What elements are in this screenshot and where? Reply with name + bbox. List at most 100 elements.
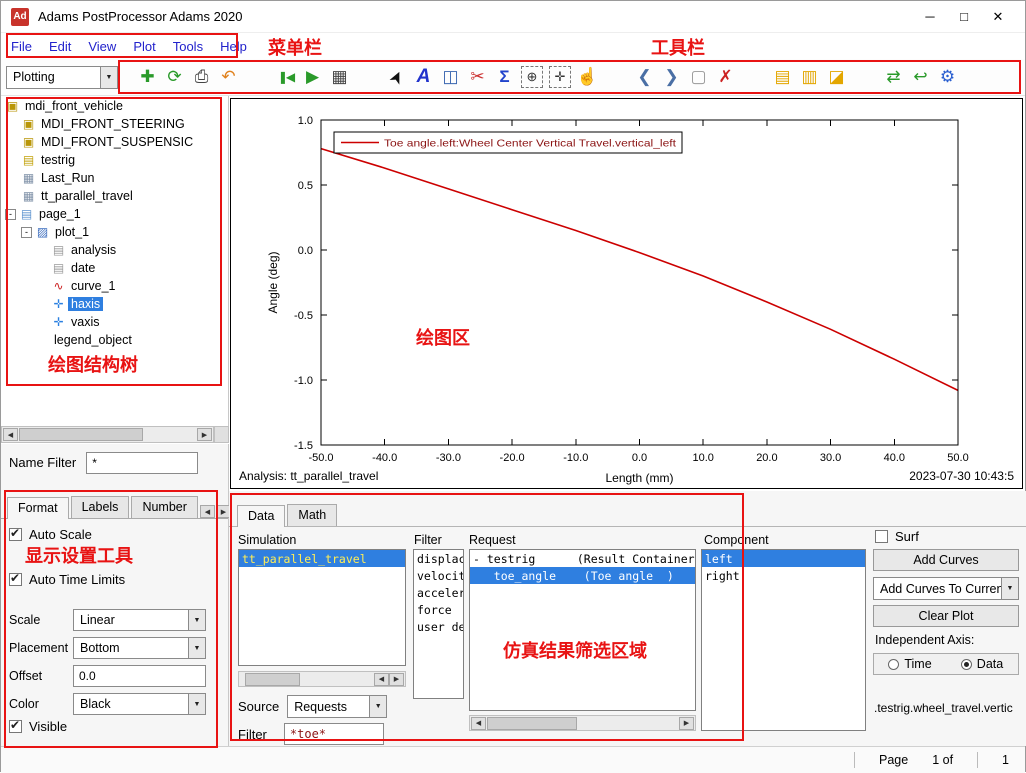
display-page-icon[interactable]: ◪ — [823, 64, 850, 91]
format-tab-labels[interactable]: Labels — [71, 496, 130, 518]
close-button[interactable]: ✕ — [981, 9, 1015, 25]
tree-expander-icon[interactable]: - — [21, 227, 32, 238]
independent-axis-data-option[interactable]: Data — [946, 654, 1018, 674]
scroll-right-icon[interactable] — [389, 673, 404, 686]
scale-select[interactable]: Linear — [73, 609, 206, 631]
name-filter-input[interactable]: * — [86, 452, 198, 474]
filter-input[interactable]: *toe* — [284, 723, 384, 745]
maximize-button[interactable]: □ — [947, 9, 981, 25]
curve-edit-icon[interactable]: ✂ — [464, 64, 491, 91]
tab-scroll-left-icon[interactable] — [200, 505, 215, 518]
list-item[interactable]: right — [702, 567, 865, 584]
chevron-down-icon[interactable] — [188, 638, 205, 658]
tree-item-MDI_FRONT_STEERING[interactable]: ▣MDI_FRONT_STEERING — [1, 115, 228, 133]
animation-record-icon[interactable]: ▦ — [326, 64, 353, 91]
surf-checkbox[interactable] — [875, 530, 888, 543]
return-icon[interactable]: ↩ — [907, 64, 934, 91]
undo-icon[interactable]: ↶ — [215, 64, 242, 91]
chevron-down-icon[interactable] — [188, 694, 205, 714]
minimize-button[interactable]: ─ — [913, 9, 947, 25]
menu-edit[interactable]: Edit — [49, 39, 71, 54]
scrollbar-thumb[interactable] — [19, 428, 143, 441]
menu-help[interactable]: Help — [220, 39, 247, 54]
chevron-down-icon[interactable] — [188, 610, 205, 630]
chevron-down-icon[interactable] — [369, 696, 386, 717]
chevron-down-icon[interactable] — [1001, 578, 1018, 599]
new-page-icon[interactable]: ▢ — [685, 64, 712, 91]
filter-list[interactable]: displacemvelocityacceleratforceuser defi — [413, 549, 464, 699]
statistics-icon[interactable]: Σ — [491, 64, 518, 91]
auto-time-limits-checkbox[interactable] — [9, 573, 22, 586]
tree-item-analysis[interactable]: ▤analysis — [1, 241, 228, 259]
refresh-icon[interactable]: ⟳ — [161, 64, 188, 91]
scrollbar-track[interactable] — [487, 717, 678, 730]
tree-item-plot_1[interactable]: -▨plot_1 — [1, 223, 228, 241]
scroll-right-icon[interactable] — [679, 717, 694, 730]
offset-input[interactable]: 0.0 — [73, 665, 206, 687]
scrollbar-thumb[interactable] — [245, 673, 300, 686]
chevron-down-icon[interactable] — [100, 67, 117, 88]
new-session-icon[interactable]: ✚ — [134, 64, 161, 91]
list-item[interactable]: tt_parallel_travel — [239, 550, 405, 567]
swap-window-icon[interactable]: ⇄ — [880, 64, 907, 91]
add-mode-select[interactable]: Add Curves To Curren — [873, 577, 1019, 600]
tree-item-tt_parallel_travel[interactable]: ▦tt_parallel_travel — [1, 187, 228, 205]
menu-view[interactable]: View — [88, 39, 116, 54]
list-item[interactable]: user defi — [414, 618, 463, 635]
tree-item-testrig[interactable]: ▤testrig — [1, 151, 228, 169]
print-icon[interactable]: ⎙ — [188, 64, 215, 91]
pan-icon[interactable]: ✛ — [549, 66, 571, 88]
clear-plot-button[interactable]: Clear Plot — [873, 605, 1019, 627]
format-tab-number[interactable]: Number — [131, 496, 197, 518]
request-list[interactable]: - testrig (Result Container toe_angle (T… — [469, 549, 696, 711]
zoom-area-icon[interactable]: ⊕ — [521, 66, 543, 88]
delete-page-icon[interactable]: ✗ — [712, 64, 739, 91]
tree-item-Last_Run[interactable]: ▦Last_Run — [1, 169, 228, 187]
simulation-list[interactable]: tt_parallel_travel — [238, 549, 406, 666]
mode-select[interactable]: Plotting — [6, 66, 118, 89]
hand-tool-icon[interactable]: ☝ — [574, 64, 601, 91]
settings-gear-icon[interactable]: ⚙ — [934, 64, 961, 91]
component-list[interactable]: leftright — [701, 549, 866, 731]
source-select[interactable]: Requests — [287, 695, 387, 718]
data-tab-data[interactable]: Data — [237, 505, 285, 527]
tree-item-legend_object[interactable]: legend_object — [1, 331, 228, 349]
list-item[interactable]: force — [414, 601, 463, 618]
tree-item-haxis[interactable]: ✛haxis — [1, 295, 228, 313]
tree-item-curve_1[interactable]: ∿curve_1 — [1, 277, 228, 295]
scrollbar-track[interactable] — [19, 428, 196, 441]
previous-page-icon[interactable]: ❮ — [631, 64, 658, 91]
menu-file[interactable]: File — [11, 39, 32, 54]
list-item[interactable]: - testrig (Result Container — [470, 550, 695, 567]
visible-checkbox[interactable] — [9, 720, 22, 733]
add-curves-button[interactable]: Add Curves — [873, 549, 1019, 571]
scroll-right-icon[interactable] — [197, 428, 212, 441]
first-frame-icon[interactable]: ❚◀ — [272, 64, 299, 91]
simulation-hscrollbar[interactable] — [238, 671, 406, 687]
color-select[interactable]: Black — [73, 693, 206, 715]
tree-item-page_1[interactable]: -▤page_1 — [1, 205, 228, 223]
request-hscrollbar[interactable] — [469, 715, 696, 731]
tree-item-MDI_FRONT_SUSPENSIC[interactable]: ▣MDI_FRONT_SUSPENSIC — [1, 133, 228, 151]
menu-plot[interactable]: Plot — [133, 39, 155, 54]
play-icon[interactable]: ▶ — [299, 64, 326, 91]
menu-tools[interactable]: Tools — [173, 39, 203, 54]
list-item[interactable]: accelerat — [414, 584, 463, 601]
tree-item-date[interactable]: ▤date — [1, 259, 228, 277]
next-page-icon[interactable]: ❯ — [658, 64, 685, 91]
tree-item-vaxis[interactable]: ✛vaxis — [1, 313, 228, 331]
scrollbar-track[interactable] — [241, 673, 373, 686]
scrollbar-thumb[interactable] — [487, 717, 577, 730]
scroll-left-icon[interactable] — [374, 673, 389, 686]
tree-hscrollbar[interactable] — [1, 426, 214, 443]
format-tab-format[interactable]: Format — [7, 497, 69, 519]
independent-axis-time-option[interactable]: Time — [874, 654, 946, 674]
tree-item-mdi_front_vehicle[interactable]: ▣mdi_front_vehicle — [1, 97, 228, 115]
list-item[interactable]: velocity — [414, 567, 463, 584]
data-tab-math[interactable]: Math — [287, 504, 337, 526]
list-item[interactable]: toe_angle (Toe angle ) — [470, 567, 695, 584]
list-item[interactable]: displacem — [414, 550, 463, 567]
plot-layout-icon[interactable]: ◫ — [437, 64, 464, 91]
page-layout-icon[interactable]: ▤ — [769, 64, 796, 91]
scroll-left-icon[interactable] — [3, 428, 18, 441]
